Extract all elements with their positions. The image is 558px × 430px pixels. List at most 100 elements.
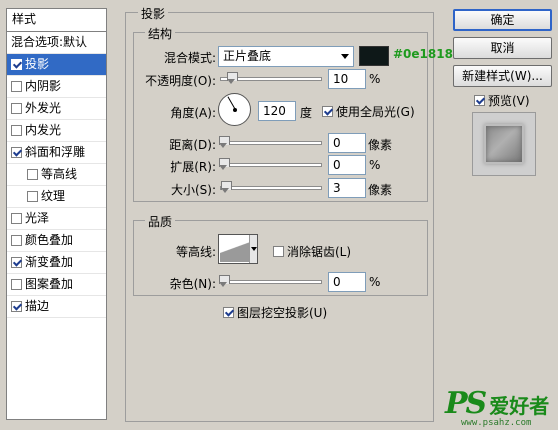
style-item-checkbox[interactable] — [11, 301, 22, 312]
style-item-label: 颜色叠加 — [25, 233, 74, 247]
styles-header: 样式 — [7, 9, 106, 32]
style-item-label: 渐变叠加 — [25, 255, 74, 269]
watermark-ps: PS — [445, 386, 487, 421]
anti-alias-checkbox[interactable] — [273, 246, 284, 257]
global-light-toggle[interactable]: 使用全局光(G) — [322, 103, 415, 120]
spread-unit: % — [369, 158, 381, 172]
style-item[interactable]: 混合选项:默认 — [7, 32, 106, 54]
global-light-checkbox[interactable] — [322, 106, 333, 117]
styles-list: 样式 混合选项:默认投影内阴影外发光内发光斜面和浮雕等高线纹理光泽颜色叠加渐变叠… — [6, 8, 107, 420]
distance-input[interactable]: 0 — [328, 133, 366, 153]
blend-mode-value: 正片叠底 — [223, 49, 272, 63]
size-label: 大小(S): — [170, 183, 216, 197]
styles-items: 混合选项:默认投影内阴影外发光内发光斜面和浮雕等高线纹理光泽颜色叠加渐变叠加图案… — [7, 32, 106, 318]
watermark-url: www.psahz.com — [461, 418, 532, 428]
noise-label: 杂色(N): — [169, 277, 216, 291]
style-item-checkbox[interactable] — [11, 235, 22, 246]
style-item-label: 投影 — [25, 57, 50, 71]
blend-mode-label: 混合模式: — [163, 51, 216, 65]
style-item-checkbox[interactable] — [11, 81, 22, 92]
anti-alias-toggle[interactable]: 消除锯齿(L) — [273, 243, 351, 260]
opacity-slider-thumb[interactable] — [227, 72, 238, 84]
style-item-checkbox[interactable] — [11, 103, 22, 114]
size-slider[interactable] — [220, 181, 322, 193]
style-item[interactable]: 光泽 — [7, 208, 106, 230]
psahz-watermark-logo: PS 爱好者 — [445, 386, 549, 421]
style-item-label: 光泽 — [25, 211, 50, 225]
global-light-label: 使用全局光(G) — [336, 105, 415, 119]
preview-toggle[interactable]: 预览(V) — [474, 92, 530, 109]
contour-dropdown-arrow[interactable] — [249, 235, 257, 263]
distance-slider[interactable] — [219, 136, 322, 148]
style-item[interactable]: 渐变叠加 — [7, 252, 106, 274]
noise-slider[interactable] — [219, 275, 322, 287]
shadow-color-swatch[interactable] — [359, 46, 389, 66]
style-item-label: 描边 — [25, 299, 50, 313]
size-slider-thumb[interactable] — [221, 181, 232, 193]
drop-shadow-title: 投影 — [138, 5, 169, 22]
size-input[interactable]: 3 — [328, 178, 366, 198]
knockout-checkbox[interactable] — [223, 307, 234, 318]
style-item-label: 混合选项:默认 — [11, 35, 88, 49]
spread-input[interactable]: 0 — [328, 155, 366, 175]
noise-slider-thumb[interactable] — [219, 275, 230, 287]
style-item[interactable]: 等高线 — [7, 164, 106, 186]
style-item[interactable]: 内发光 — [7, 120, 106, 142]
noise-unit: % — [369, 275, 381, 289]
opacity-input[interactable]: 10 — [328, 69, 366, 89]
noise-input[interactable]: 0 — [328, 272, 366, 292]
contour-curve-icon — [220, 236, 250, 262]
opacity-unit: % — [369, 72, 381, 86]
style-item-label: 等高线 — [41, 167, 78, 181]
spread-slider[interactable] — [219, 158, 322, 170]
knockout-toggle[interactable]: 图层挖空投影(U) — [223, 304, 327, 321]
style-item[interactable]: 图案叠加 — [7, 274, 106, 296]
style-item[interactable]: 颜色叠加 — [7, 230, 106, 252]
style-item[interactable]: 描边 — [7, 296, 106, 318]
distance-label: 距离(D): — [169, 138, 216, 152]
style-item-checkbox[interactable] — [27, 191, 38, 202]
structure-title: 结构 — [145, 25, 176, 42]
style-item-checkbox[interactable] — [11, 125, 22, 136]
style-item-checkbox[interactable] — [11, 279, 22, 290]
anti-alias-label: 消除锯齿(L) — [287, 245, 352, 259]
cancel-button[interactable]: 取消 — [453, 37, 552, 59]
preview-label: 预览(V) — [488, 94, 530, 108]
style-preview-thumbnail — [472, 112, 536, 176]
angle-input[interactable]: 120 — [258, 101, 296, 121]
style-item-label: 纹理 — [41, 189, 66, 203]
angle-unit: 度 — [300, 106, 313, 120]
style-item[interactable]: 投影 — [7, 54, 106, 76]
watermark-text: 爱好者 — [489, 394, 550, 418]
preview-checkbox[interactable] — [474, 95, 485, 106]
ok-button[interactable]: 确定 — [453, 9, 552, 31]
style-item-checkbox[interactable] — [11, 147, 22, 158]
style-item-label: 外发光 — [25, 101, 62, 115]
shadow-color-hex: #0e1818 — [393, 47, 453, 61]
style-item-checkbox[interactable] — [11, 59, 22, 70]
style-item-label: 斜面和浮雕 — [25, 145, 86, 159]
style-item-checkbox[interactable] — [11, 257, 22, 268]
style-item[interactable]: 外发光 — [7, 98, 106, 120]
knockout-label: 图层挖空投影(U) — [237, 306, 328, 320]
angle-label: 角度(A): — [170, 106, 216, 120]
size-unit: 像素 — [368, 183, 393, 197]
style-item-checkbox[interactable] — [27, 169, 38, 180]
distance-slider-thumb[interactable] — [219, 136, 230, 148]
blend-mode-select[interactable]: 正片叠底 — [218, 46, 354, 67]
angle-dial-center — [233, 108, 237, 112]
style-item-label: 内发光 — [25, 123, 62, 137]
new-style-button[interactable]: 新建样式(W)... — [453, 65, 552, 87]
style-item-label: 内阴影 — [25, 79, 62, 93]
style-item[interactable]: 内阴影 — [7, 76, 106, 98]
chevron-down-icon — [341, 54, 349, 59]
style-preview-swatch — [484, 124, 524, 164]
style-item[interactable]: 纹理 — [7, 186, 106, 208]
style-item-checkbox[interactable] — [11, 213, 22, 224]
contour-picker[interactable] — [218, 234, 258, 264]
angle-dial[interactable] — [218, 93, 251, 126]
spread-label: 扩展(R): — [170, 160, 216, 174]
style-item[interactable]: 斜面和浮雕 — [7, 142, 106, 164]
spread-slider-thumb[interactable] — [219, 158, 230, 170]
opacity-slider[interactable] — [220, 72, 322, 84]
